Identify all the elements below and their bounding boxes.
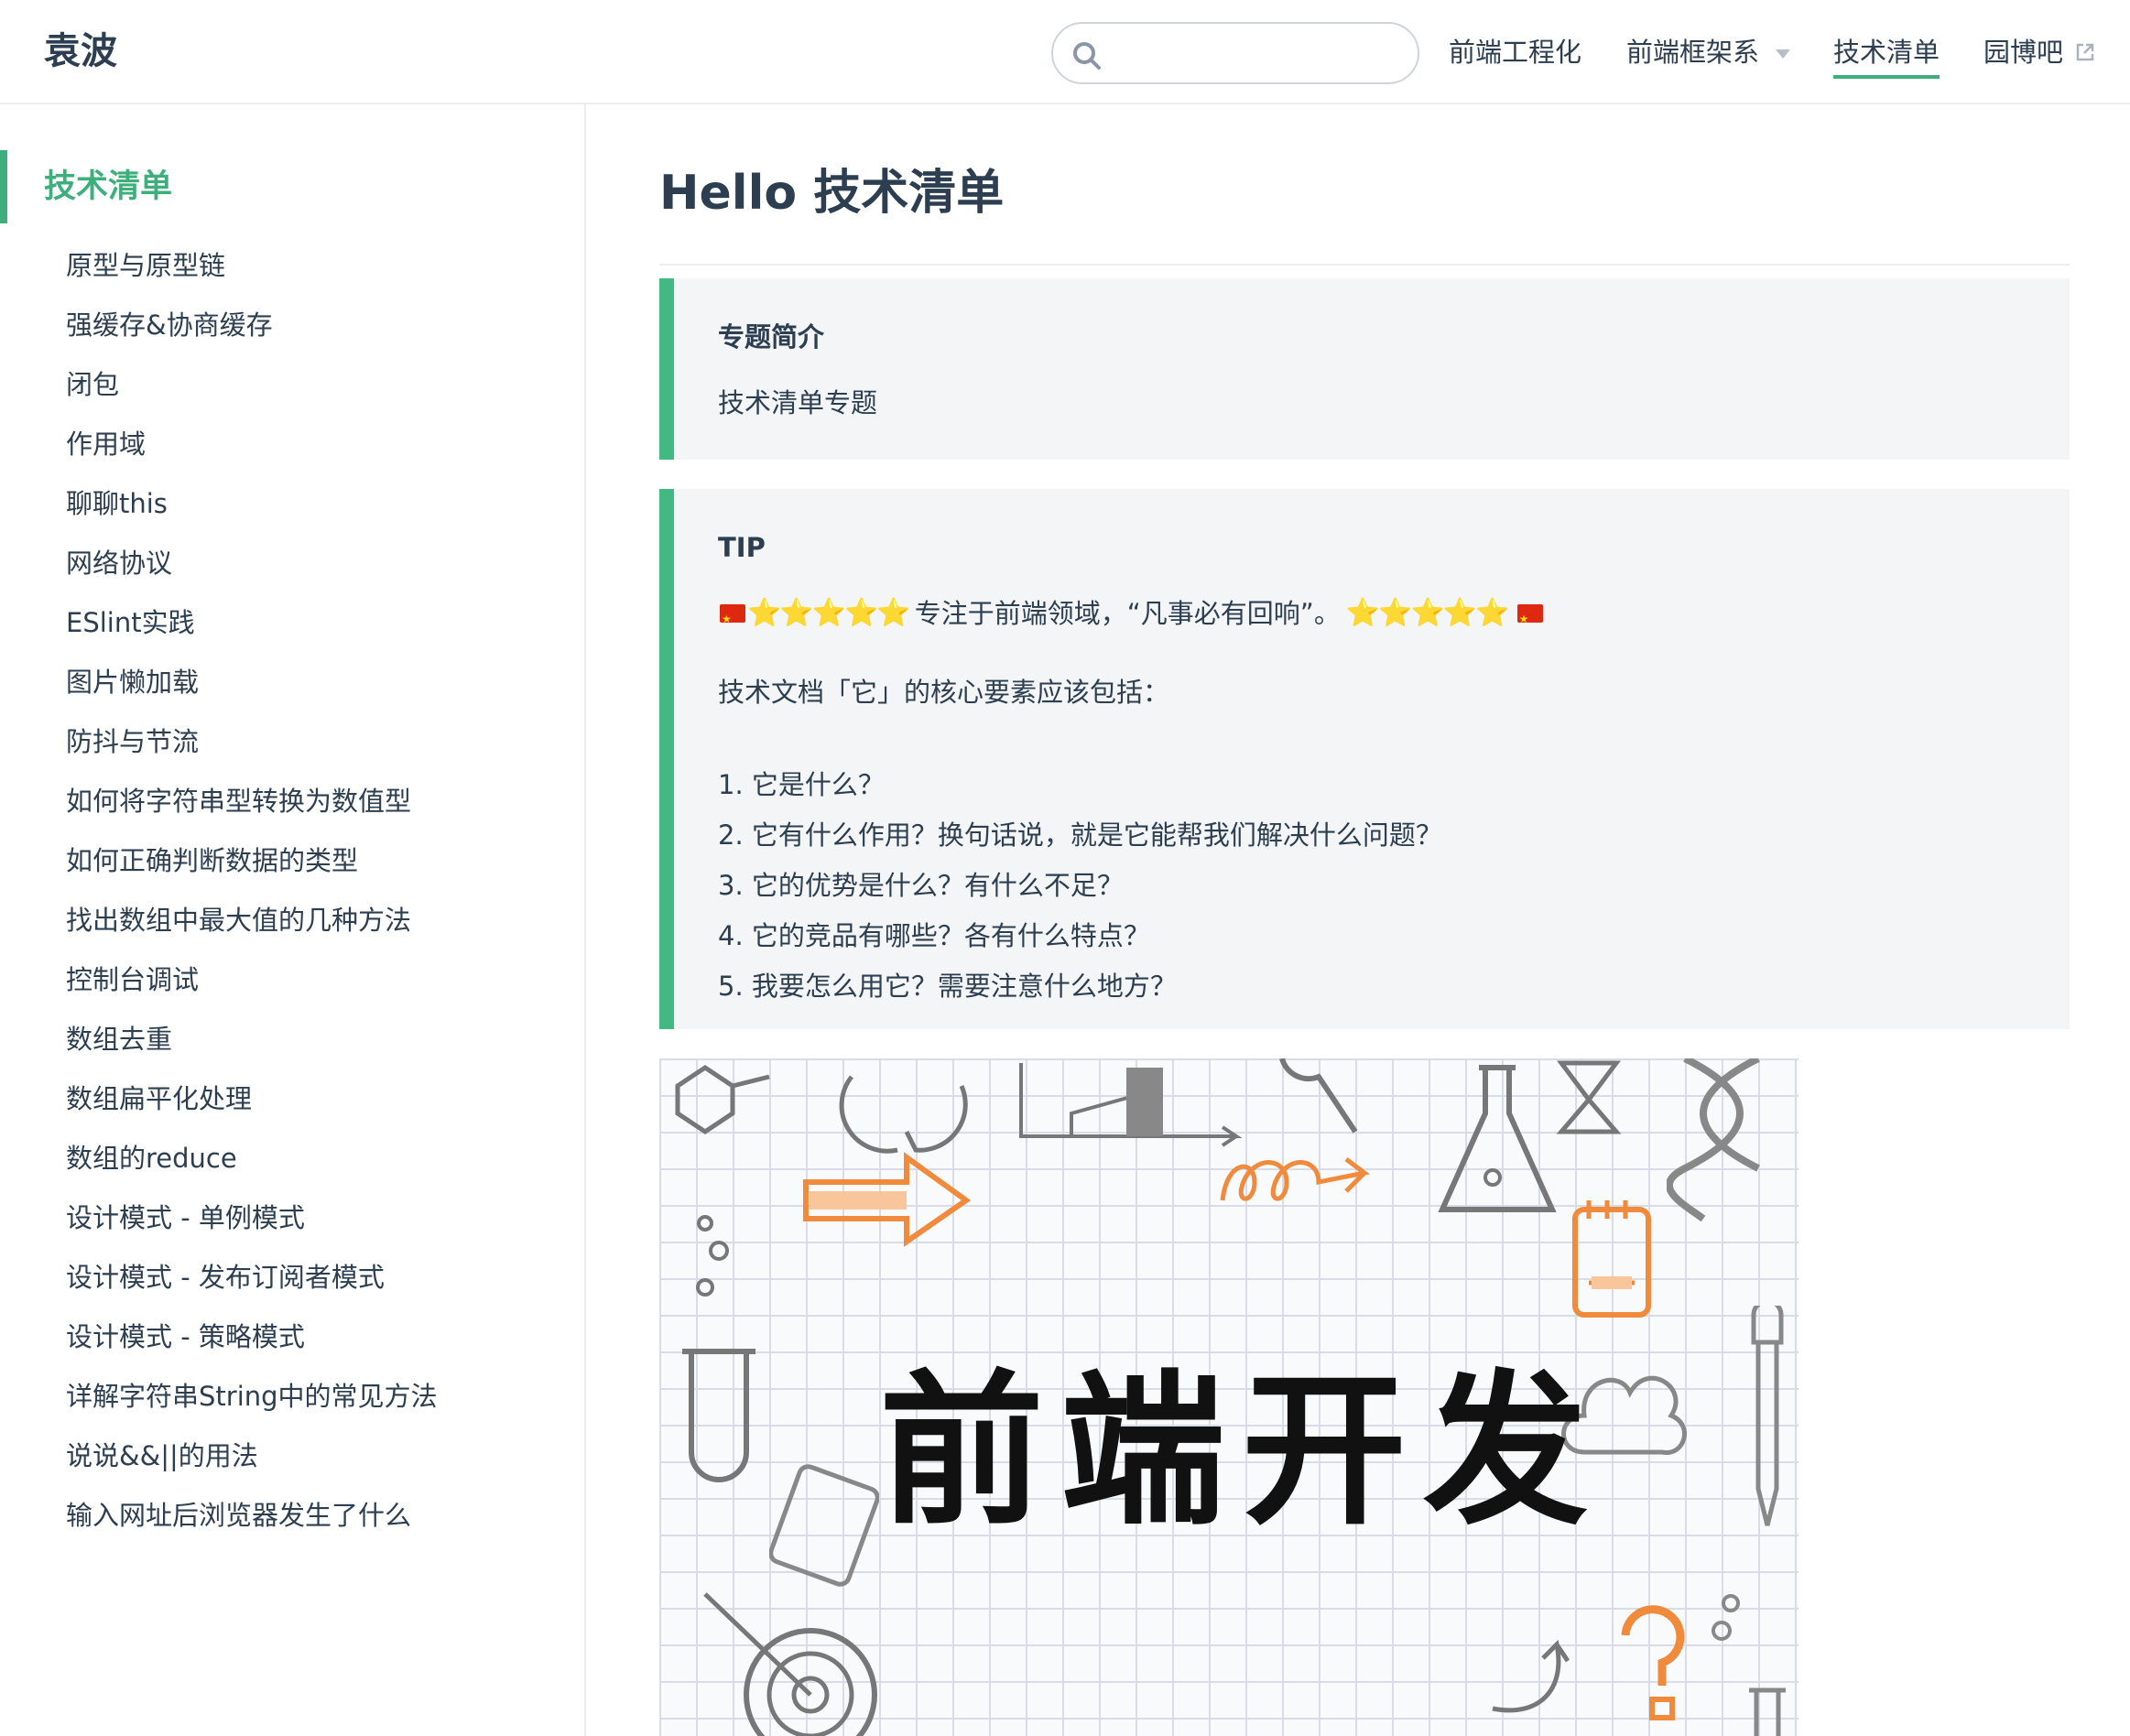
sidebar-item-network[interactable]: 网络协议 [0,534,584,593]
star-icon: ⭐⭐⭐⭐⭐ [747,597,911,629]
magnifier-icon [1279,1058,1358,1134]
orange-notepad-icon [1572,1200,1651,1318]
calculator-icon [769,1464,879,1587]
nav-item-yuanbo[interactable]: 园博吧 [1983,33,2063,71]
nav-item-frameworks[interactable]: 前端框架系 [1626,33,1759,71]
sidebar-item-prototype[interactable]: 原型与原型链 [0,236,584,296]
target-icon [703,1592,877,1736]
sidebar-item-closure[interactable]: 闭包 [0,355,584,415]
search-box[interactable] [1051,22,1419,84]
nav-item-engineering[interactable]: 前端工程化 [1449,33,1581,71]
hourglass-icon [1556,1060,1622,1134]
tip-motto-text: 专注于前端领域，“凡事必有回响”。 [914,598,1341,629]
banner-image: 前端开发 [659,1058,1799,1736]
dna-icon [1667,1058,1760,1222]
tip-block: TIP ⭐⭐⭐⭐⭐ 专注于前端领域，“凡事必有回响”。 ⭐⭐⭐⭐⭐ 技术文档「它… [659,489,2070,1029]
hexagon-molecule-icon [675,1064,770,1135]
site-title[interactable]: 袁波 [44,26,117,77]
navbar: 袁波 前端工程化 前端框架系 技术清单 园博吧 [0,0,2130,104]
external-link-icon [2076,43,2094,61]
sidebar-item-scope[interactable]: 作用域 [0,415,584,474]
curved-arrow-icon [1492,1639,1570,1713]
list-item: 2. 它有什么作用？换句话说，就是它能帮我们解决什么问题？ [718,819,1442,851]
sidebar-item-array-max[interactable]: 找出数组中最大值的几种方法 [0,891,584,950]
bubbles-tube-icon [1712,1594,1786,1736]
sidebar-item-logical-ops[interactable]: 说说&&||的用法 [0,1427,584,1486]
intro-block-title: 专题简介 [718,321,825,353]
sidebar-item-cache[interactable]: 强缓存&协商缓存 [0,296,584,355]
refresh-arrows-icon [839,1075,968,1154]
sidebar-item-url-flow[interactable]: 输入网址后浏览器发生了什么 [0,1486,584,1546]
test-tube-icon [682,1215,755,1482]
chevron-down-icon[interactable] [1776,49,1790,59]
flag-cn-icon [1516,599,1543,639]
sidebar-item-string-to-number[interactable]: 如何将字符串型转换为数值型 [0,772,584,831]
sidebar-heading-active[interactable]: 技术清单 [0,150,584,223]
tip-block-title: TIP [718,532,766,563]
sidebar-item-debounce[interactable]: 防抖与节流 [0,712,584,772]
sidebar-item-type-check[interactable]: 如何正确判断数据的类型 [0,831,584,891]
intro-block: 专题简介 技术清单专题 [659,278,2070,460]
sidebar-heading-label: 技术清单 [44,168,173,205]
page-title-wrap: Hello 技术清单 [659,150,2070,266]
dropper-icon [1751,1306,1784,1526]
sidebar-item-string-methods[interactable]: 详解字符串String中的常见方法 [0,1367,584,1427]
tip-lead: 技术文档「它」的核心要素应该包括： [718,677,1170,708]
bar-chart-icon [1019,1063,1243,1147]
orange-arrow-icon [803,1152,972,1247]
sidebar-item-flatten[interactable]: 数组扁平化处理 [0,1069,584,1129]
question-mark-icon [1621,1605,1685,1720]
list-item: 1. 它是什么？ [718,769,885,800]
search-icon [1073,42,1101,70]
search-input[interactable] [1117,33,1401,73]
sidebar-item-dedupe[interactable]: 数组去重 [0,1010,584,1069]
flag-cn-icon [720,599,745,639]
orange-loop-icon [1220,1157,1370,1201]
sidebar-item-strategy[interactable]: 设计模式 - 策略模式 [0,1307,584,1367]
sidebar-list: 原型与原型链 强缓存&协商缓存 闭包 作用域 聊聊this 网络协议 ESlin… [0,236,584,1546]
tip-motto: ⭐⭐⭐⭐⭐ 专注于前端领域，“凡事必有回响”。 ⭐⭐⭐⭐⭐ [718,593,1545,639]
sidebar-item-lazyload[interactable]: 图片懒加载 [0,653,584,712]
sidebar-item-eslint[interactable]: ESlint实践 [0,593,584,653]
sidebar-item-reduce[interactable]: 数组的reduce [0,1129,584,1188]
star-icon: ⭐⭐⭐⭐⭐ [1345,597,1510,629]
page-title: Hello 技术清单 [659,166,1005,221]
flask-icon [1438,1065,1557,1212]
intro-block-text: 技术清单专题 [718,387,878,418]
list-item: 4. 它的竞品有哪些？各有什么特点？ [718,920,1150,951]
sidebar-item-console[interactable]: 控制台调试 [0,950,584,1010]
list-item: 3. 它的优势是什么？有什么不足？ [718,870,1124,901]
sidebar-item-singleton[interactable]: 设计模式 - 单例模式 [0,1188,584,1248]
nav-item-tech-list[interactable]: 技术清单 [1833,33,1940,79]
banner-title: 前端开发 [879,1356,1605,1547]
tip-list: 1. 它是什么？ 2. 它有什么作用？换句话说，就是它能帮我们解决什么问题？ 3… [718,760,1442,1012]
sidebar: 技术清单 原型与原型链 强缓存&协商缓存 闭包 作用域 聊聊this 网络协议 … [0,104,586,1736]
sidebar-item-pubsub[interactable]: 设计模式 - 发布订阅者模式 [0,1248,584,1307]
list-item: 5. 我要怎么用它？需要注意什么地方？ [718,971,1177,1002]
sidebar-item-this[interactable]: 聊聊this [0,474,584,534]
